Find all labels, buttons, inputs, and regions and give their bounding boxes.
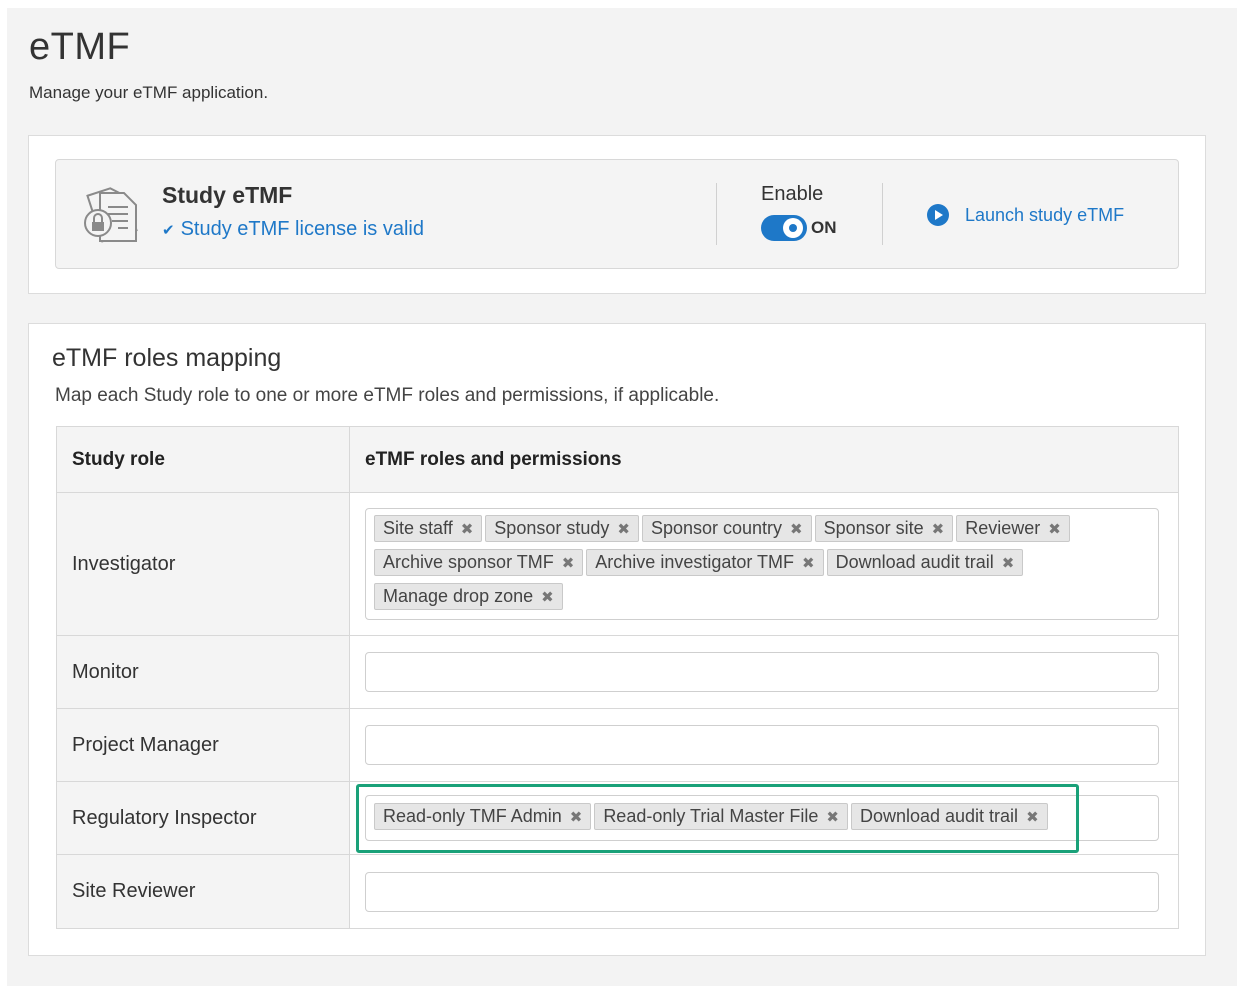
roles-mapping-title: eTMF roles mapping <box>52 344 282 372</box>
remove-tag-icon[interactable]: ✖ <box>562 554 575 572</box>
remove-tag-icon[interactable]: ✖ <box>617 520 630 538</box>
launch-study-etmf-link[interactable]: Launch study eTMF <box>927 204 1124 226</box>
roles-mapping-panel: eTMF roles mapping Map each Study role t… <box>28 323 1206 956</box>
permissions-multiselect[interactable] <box>365 652 1159 692</box>
divider <box>716 183 717 245</box>
enable-label: Enable <box>761 183 824 205</box>
remove-tag-icon[interactable]: ✖ <box>932 520 945 538</box>
remove-tag-icon[interactable]: ✖ <box>1002 554 1015 572</box>
permission-tag: Manage drop zone ✖ <box>374 583 563 610</box>
remove-tag-icon[interactable]: ✖ <box>570 808 583 826</box>
toggle-knob <box>783 218 803 238</box>
enable-toggle[interactable] <box>761 215 807 241</box>
page: eTMF Manage your eTMF application. Study… <box>7 8 1237 986</box>
study-etmf-card: Study eTMF ✔ Study eTMF license is valid … <box>55 159 1179 269</box>
permissions-cell <box>349 854 1179 929</box>
permission-tag: Reviewer ✖ <box>956 515 1070 542</box>
permission-tag-label: Download audit trail <box>835 552 994 572</box>
remove-tag-icon[interactable]: ✖ <box>802 554 815 572</box>
permissions-cell: Site staff ✖ Sponsor study ✖ Sponsor country… <box>349 492 1179 636</box>
study-role-cell: Project Manager <box>56 708 350 782</box>
table-row-site-reviewer: Site Reviewer <box>56 854 1179 929</box>
license-status: ✔ Study eTMF license is valid <box>162 218 424 241</box>
permission-tag-label: Reviewer <box>965 518 1041 538</box>
permission-tag-label: Read-only Trial Master File <box>603 806 819 826</box>
permission-tag: Sponsor study ✖ <box>485 515 639 542</box>
remove-tag-icon[interactable]: ✖ <box>1048 520 1061 538</box>
remove-tag-icon[interactable]: ✖ <box>1026 808 1039 826</box>
permission-tag: Download audit trail ✖ <box>850 803 1048 830</box>
remove-tag-icon[interactable]: ✖ <box>541 588 554 606</box>
permissions-cell <box>349 708 1179 782</box>
permission-tag-label: Read-only TMF Admin <box>383 806 562 826</box>
page-subtitle: Manage your eTMF application. <box>29 83 269 102</box>
permission-tag: Site staff ✖ <box>374 515 483 542</box>
permission-tag-label: Manage drop zone <box>383 586 534 606</box>
license-status-text: Study eTMF license is valid <box>180 218 424 240</box>
permissions-multiselect[interactable] <box>365 725 1159 765</box>
permission-tag: Sponsor country ✖ <box>641 515 812 542</box>
study-etmf-panel: Study eTMF ✔ Study eTMF license is valid … <box>28 135 1206 294</box>
divider <box>882 183 883 245</box>
roles-mapping-description: Map each Study role to one or more eTMF … <box>55 385 720 406</box>
document-lock-icon <box>84 187 138 243</box>
permission-tag: Archive sponsor TMF ✖ <box>374 549 584 576</box>
table-row-regulatory-inspector: Regulatory Inspector Read-only TMF Admin… <box>56 781 1179 855</box>
permission-tag: Read-only Trial Master File ✖ <box>594 803 848 830</box>
study-role-cell: Monitor <box>56 635 350 709</box>
remove-tag-icon[interactable]: ✖ <box>790 520 803 538</box>
permission-tag: Download audit trail ✖ <box>826 549 1024 576</box>
permission-tag-label: Download audit trail <box>859 806 1019 826</box>
permission-tag-label: Sponsor site <box>823 518 924 538</box>
study-role-cell: Regulatory Inspector <box>56 781 350 855</box>
study-role-cell: Site Reviewer <box>56 854 350 929</box>
launch-study-etmf-label: Launch study eTMF <box>965 204 1125 225</box>
permission-tag-label: Site staff <box>383 518 453 538</box>
permission-tag-label: Sponsor country <box>650 518 783 538</box>
remove-tag-icon[interactable]: ✖ <box>461 520 474 538</box>
permissions-multiselect[interactable]: Site staff ✖ Sponsor study ✖ Sponsor country… <box>365 508 1159 620</box>
table-row-monitor: Monitor <box>56 635 1179 709</box>
permission-tag-label: Archive sponsor TMF <box>383 552 554 572</box>
permissions-multiselect[interactable] <box>365 871 1159 912</box>
permission-tag: Read-only TMF Admin ✖ <box>374 803 592 830</box>
study-etmf-title: Study eTMF <box>162 182 293 208</box>
page-title: eTMF <box>29 26 131 68</box>
permissions-cell <box>349 635 1179 709</box>
permission-tag: Sponsor site ✖ <box>814 515 954 542</box>
permission-tag: Archive investigator TMF ✖ <box>586 549 824 576</box>
permission-tag-label: Archive investigator TMF <box>595 552 795 572</box>
roles-mapping-table: Study role eTMF roles and permissions In… <box>56 426 1179 929</box>
column-header-study-role: Study role <box>56 426 350 493</box>
remove-tag-icon[interactable]: ✖ <box>826 808 839 826</box>
table-row-project-manager: Project Manager <box>56 708 1179 782</box>
toggle-state-label: ON <box>811 218 837 237</box>
study-role-cell: Investigator <box>56 492 350 636</box>
permissions-cell: Read-only TMF Admin ✖ Read-only Trial Mast… <box>349 781 1179 855</box>
play-icon <box>927 204 949 226</box>
table-row-investigator: Investigator Site staff ✖ Sponsor study ✖ Sp… <box>56 492 1179 636</box>
check-icon: ✔ <box>162 222 175 239</box>
permissions-multiselect[interactable]: Read-only TMF Admin ✖ Read-only Trial Mast… <box>365 795 1159 841</box>
permission-tag-label: Sponsor study <box>494 518 610 538</box>
column-header-etmf-roles: eTMF roles and permissions <box>349 426 1179 493</box>
